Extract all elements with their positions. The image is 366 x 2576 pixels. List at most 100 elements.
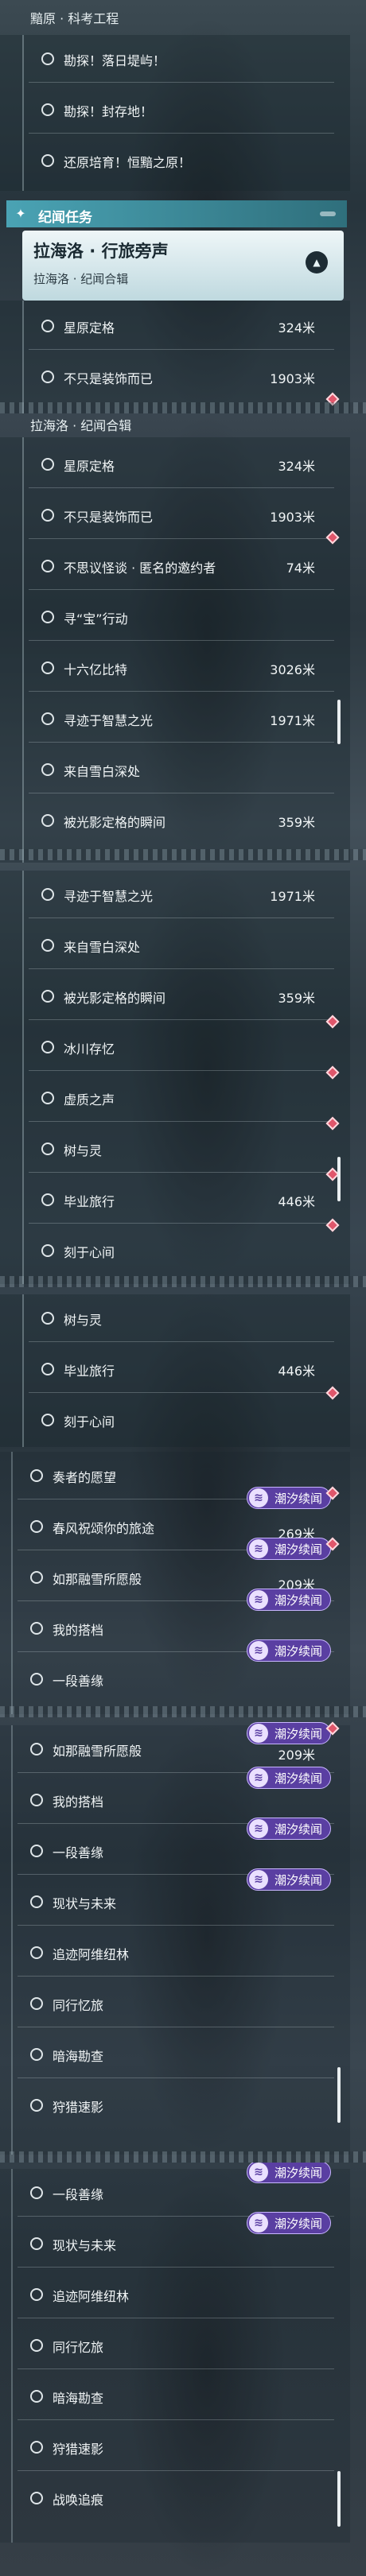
list-item[interactable]: 刻于心间 xyxy=(0,1227,350,1274)
list-item[interactable]: 同行忆旅 xyxy=(0,1980,350,2027)
scrollbar-thumb[interactable] xyxy=(337,700,341,744)
list-item[interactable]: 寻“宝”行动 xyxy=(0,593,350,641)
quest-list-panel: 奏者的愿望 春风祝颂你的旅途 269米 ≋ 潮汐续闻 如那融雪所愿般 209米 ≋ 潮汐… xyxy=(0,1452,350,1714)
radio-circle-icon[interactable] xyxy=(30,1895,43,1908)
radio-circle-icon[interactable] xyxy=(30,1571,43,1584)
divider xyxy=(29,1019,334,1020)
radio-circle-icon[interactable] xyxy=(30,1469,43,1482)
radio-circle-icon[interactable] xyxy=(41,1092,54,1104)
list-item[interactable]: 来自雪白深处 xyxy=(0,921,350,969)
radio-circle-icon[interactable] xyxy=(30,1743,43,1755)
list-item[interactable]: 战唤追痕 xyxy=(0,2474,350,2522)
list-item[interactable]: 暗海勘查 xyxy=(0,2372,350,2420)
list-item[interactable]: 寻迹于智慧之光 1971米 xyxy=(0,871,350,918)
radio-circle-icon[interactable] xyxy=(41,990,54,1003)
list-item[interactable]: 不思议怪谈 · 匿名的邀约者 74米 xyxy=(0,542,350,590)
list-item[interactable]: 被光影定格的瞬间 359米 xyxy=(0,972,350,1020)
radio-circle-icon[interactable] xyxy=(41,509,54,522)
radio-circle-icon[interactable] xyxy=(41,1244,54,1257)
radio-circle-icon[interactable] xyxy=(41,1414,54,1426)
divider xyxy=(29,589,334,590)
list-item[interactable]: 不只是装饰而已 1903米 xyxy=(0,353,350,401)
radio-circle-icon[interactable] xyxy=(41,712,54,725)
radio-circle-icon[interactable] xyxy=(41,320,54,332)
list-item[interactable]: 一段善缘 xyxy=(0,1655,350,1703)
list-item[interactable]: 树与灵 xyxy=(0,1125,350,1173)
distance-text: 209米 xyxy=(278,1748,315,1763)
radio-circle-icon[interactable] xyxy=(41,103,54,116)
list-item-label: 奏者的愿望 xyxy=(53,1470,117,1485)
radio-circle-icon[interactable] xyxy=(41,52,54,65)
radio-circle-icon[interactable] xyxy=(41,458,54,471)
radio-circle-icon[interactable] xyxy=(41,661,54,674)
radio-circle-icon[interactable] xyxy=(41,1363,54,1375)
list-item[interactable]: 狩猎速影 xyxy=(0,2081,350,2129)
radio-circle-icon[interactable] xyxy=(41,1143,54,1155)
radio-circle-icon[interactable] xyxy=(30,2441,43,2454)
radio-circle-icon[interactable] xyxy=(41,1193,54,1206)
list-item[interactable]: 星原定格 324米 xyxy=(0,440,350,488)
radio-circle-icon[interactable] xyxy=(30,1520,43,1533)
radio-circle-icon[interactable] xyxy=(30,2390,43,2403)
radio-circle-icon[interactable] xyxy=(41,939,54,952)
list-item-label: 追迹阿维纽林 xyxy=(53,2289,130,2304)
tide-news-badge: ≋ 潮汐续闻 xyxy=(246,1589,331,1611)
quest-card[interactable]: 拉海洛 · 行旅旁声 拉海洛 · 纪闻合辑 ▲ xyxy=(22,231,344,301)
radio-circle-icon[interactable] xyxy=(30,1673,43,1686)
list-item[interactable]: 被光影定格的瞬间 359米 xyxy=(0,797,350,828)
tide-news-badge: ≋ 潮汐续闻 xyxy=(246,1868,331,1891)
radio-circle-icon[interactable] xyxy=(41,763,54,776)
radio-circle-icon[interactable] xyxy=(30,2339,43,2352)
radio-circle-icon[interactable] xyxy=(41,611,54,623)
list-item[interactable]: 勘探！封存地！ xyxy=(0,86,350,134)
radio-circle-icon[interactable] xyxy=(30,2237,43,2250)
scrollbar-thumb[interactable] xyxy=(337,2067,341,2123)
tide-news-icon: ≋ xyxy=(248,1641,268,1660)
tide-news-badge: ≋ 潮汐续闻 xyxy=(246,1818,331,1840)
list-item[interactable]: 来自雪白深处 xyxy=(0,746,350,793)
radio-circle-icon[interactable] xyxy=(30,1946,43,1959)
list-item[interactable]: 刻于心间 xyxy=(0,1396,350,1444)
radio-circle-icon[interactable] xyxy=(41,560,54,572)
list-item[interactable]: 毕业旅行 446米 xyxy=(0,1176,350,1224)
list-item[interactable]: 寻迹于智慧之光 1971米 xyxy=(0,695,350,743)
distance-text: 74米 xyxy=(286,561,315,576)
radio-circle-icon[interactable] xyxy=(41,370,54,383)
tide-news-icon: ≋ xyxy=(248,1590,268,1609)
radio-circle-icon[interactable] xyxy=(41,1312,54,1325)
radio-circle-icon[interactable] xyxy=(30,1997,43,2010)
radio-circle-icon[interactable] xyxy=(30,2288,43,2301)
radio-circle-icon[interactable] xyxy=(41,814,54,827)
radio-circle-icon[interactable] xyxy=(30,2099,43,2112)
scrollbar-thumb[interactable] xyxy=(337,1157,341,1201)
tide-news-icon: ≋ xyxy=(248,1724,268,1743)
list-item[interactable]: 虚质之声 xyxy=(0,1074,350,1122)
scrollbar-thumb[interactable] xyxy=(337,2471,341,2527)
list-item[interactable]: 毕业旅行 446米 xyxy=(0,1345,350,1393)
list-item[interactable]: 同行忆旅 xyxy=(0,2322,350,2369)
radio-circle-icon[interactable] xyxy=(30,2048,43,2061)
list-item[interactable]: 还原培育！恒黯之原！ xyxy=(0,137,350,184)
list-item[interactable]: 树与灵 xyxy=(0,1294,350,1342)
list-item-label: 毕业旅行 xyxy=(64,1364,115,1379)
chevron-up-icon[interactable]: ▲ xyxy=(306,251,328,274)
radio-circle-icon[interactable] xyxy=(30,1794,43,1806)
section-header[interactable]: ✦ 纪闻任务 xyxy=(6,200,347,227)
list-item[interactable]: 暗海勘查 xyxy=(0,2031,350,2078)
list-item[interactable]: 冰川存忆 xyxy=(0,1023,350,1071)
section-title: 纪闻任务 xyxy=(38,210,92,226)
list-item[interactable]: 追迹阿维纽林 xyxy=(0,1929,350,1977)
list-item[interactable]: 不只是装饰而已 1903米 xyxy=(0,491,350,539)
list-item[interactable]: 十六亿比特 3026米 xyxy=(0,644,350,692)
radio-circle-icon[interactable] xyxy=(41,1041,54,1053)
list-item[interactable]: 追迹阿维纽林 xyxy=(0,2271,350,2318)
radio-circle-icon[interactable] xyxy=(30,2492,43,2504)
radio-circle-icon[interactable] xyxy=(30,2186,43,2199)
list-item[interactable]: 星原定格 324米 xyxy=(0,302,350,350)
radio-circle-icon[interactable] xyxy=(30,1845,43,1857)
radio-circle-icon[interactable] xyxy=(41,154,54,167)
list-item[interactable]: 勘探！落日堤屿！ xyxy=(0,35,350,83)
radio-circle-icon[interactable] xyxy=(41,888,54,901)
radio-circle-icon[interactable] xyxy=(30,1622,43,1635)
list-item[interactable]: 狩猎速影 xyxy=(0,2423,350,2471)
